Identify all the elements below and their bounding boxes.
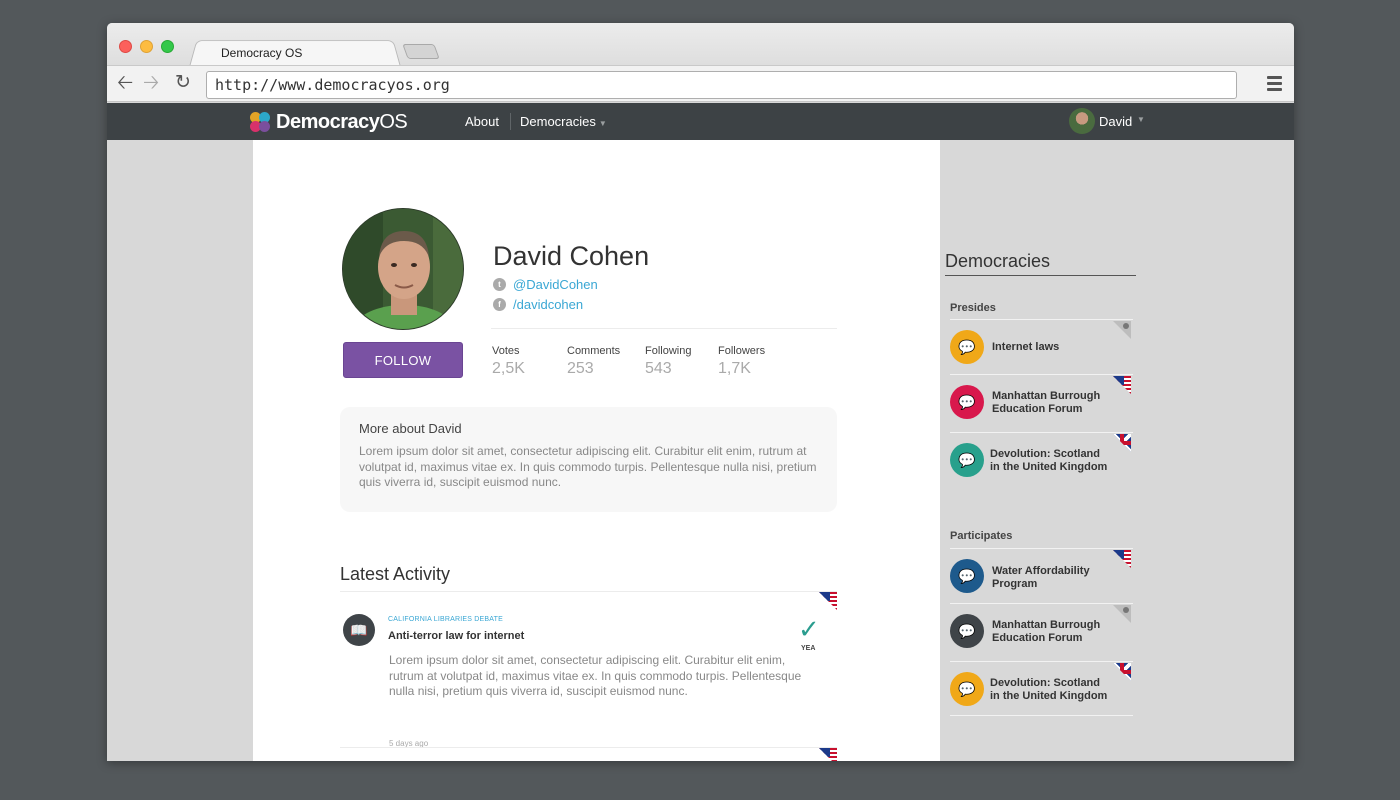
minimize-window-button[interactable] xyxy=(140,40,153,53)
site-header: DemocracyOS About Democracies ▼ David ▼ xyxy=(107,103,1294,140)
back-arrow-icon[interactable]: 🡠 xyxy=(117,73,133,93)
hamburger-menu-icon[interactable] xyxy=(1267,76,1282,94)
presides-heading: Presides xyxy=(950,302,996,314)
us-flag-icon xyxy=(1113,550,1131,568)
title-bar: Democracy OS xyxy=(107,23,1294,67)
nav-divider xyxy=(510,113,511,130)
activity-divider xyxy=(340,591,837,592)
profile-main: FOLLOW David Cohen t @DavidCohen f /davi… xyxy=(253,140,940,761)
facebook-handle: /davidcohen xyxy=(513,297,584,312)
about-box: More about David Lorem ipsum dolor sit a… xyxy=(340,407,837,512)
browser-window: Democracy OS 🡠 🡢 ↻ http://www.democracyo… xyxy=(107,23,1294,761)
user-chevron-down-icon[interactable]: ▼ xyxy=(1137,115,1145,124)
twitter-icon: t xyxy=(493,278,506,291)
book-icon: 📖 xyxy=(343,614,375,646)
uk-flag-icon xyxy=(1113,663,1131,681)
stat-followers[interactable]: Followers 1,7K xyxy=(718,345,765,378)
chat-icon: 💬 xyxy=(950,385,984,419)
reload-icon[interactable]: ↻ xyxy=(175,73,191,93)
vote-label: YEA xyxy=(801,645,816,652)
latest-activity-heading: Latest Activity xyxy=(340,564,451,584)
us-flag-icon xyxy=(819,748,837,761)
nav-democracies-dropdown[interactable]: Democracies ▼ xyxy=(520,114,607,129)
us-flag-icon xyxy=(1113,376,1131,394)
profile-divider xyxy=(491,328,837,329)
maximize-window-button[interactable] xyxy=(161,40,174,53)
sidebar-item-devolution-scotland[interactable]: 💬 Devolution: Scotland in the United Kin… xyxy=(950,432,1133,486)
activity-title[interactable]: Anti-terror law for internet xyxy=(388,630,524,642)
globe-flag-icon xyxy=(1113,605,1131,623)
sidebar-item-devolution-scotland[interactable]: 💬 Devolution: Scotland in the United Kin… xyxy=(950,661,1133,715)
twitter-link[interactable]: t @DavidCohen xyxy=(493,277,598,292)
checkmark-icon: ✓ xyxy=(798,614,820,644)
stat-comments: Comments 253 xyxy=(567,345,621,377)
activity-debate-tag[interactable]: CALIFORNIA LIBRARIES DEBATE xyxy=(388,616,503,623)
logo-mark-icon xyxy=(250,111,272,134)
uk-flag-icon xyxy=(1113,434,1131,452)
sidebar-item-manhattan-forum[interactable]: 💬 Manhattan Burrough Education Forum xyxy=(950,374,1133,428)
activity-text: Lorem ipsum dolor sit amet, consectetur … xyxy=(389,653,802,698)
democracies-divider xyxy=(945,275,1136,276)
follow-button[interactable]: FOLLOW xyxy=(343,342,463,378)
participates-heading: Participates xyxy=(950,530,1013,542)
chat-icon: 💬 xyxy=(950,330,984,364)
profile-name: David Cohen xyxy=(493,241,650,271)
chat-icon: 💬 xyxy=(950,559,984,593)
address-bar[interactable]: http://www.democracyos.org xyxy=(206,71,1237,99)
sidebar-item-water-affordability[interactable]: 💬 Water Affordability Program xyxy=(950,548,1133,602)
chat-icon: 💬 xyxy=(950,614,984,648)
democracyos-logo[interactable]: DemocracyOS xyxy=(250,111,408,134)
profile-photo xyxy=(342,208,464,330)
sidebar-divider xyxy=(950,715,1133,716)
close-window-button[interactable] xyxy=(119,40,132,53)
chevron-down-icon: ▼ xyxy=(598,119,607,128)
new-tab-button[interactable] xyxy=(402,44,440,59)
us-flag-icon xyxy=(819,592,837,610)
facebook-icon: f xyxy=(493,298,506,311)
nav-about-link[interactable]: About xyxy=(465,114,499,129)
sidebar-item-internet-laws[interactable]: 💬 Internet laws xyxy=(950,319,1133,373)
browser-toolbar: 🡠 🡢 ↻ http://www.democracyos.org xyxy=(107,65,1294,102)
user-name[interactable]: David xyxy=(1099,114,1132,129)
stat-votes: Votes 2,5K xyxy=(492,345,525,377)
chat-icon: 💬 xyxy=(950,672,984,706)
activity-divider xyxy=(340,747,837,748)
twitter-handle: @DavidCohen xyxy=(513,277,598,292)
logo-text: DemocracyOS xyxy=(276,111,408,133)
tab-title: Democracy OS xyxy=(221,46,303,60)
stat-following[interactable]: Following 543 xyxy=(645,345,691,378)
about-text: Lorem ipsum dolor sit amet, consectetur … xyxy=(359,444,817,489)
sidebar-item-manhattan-forum[interactable]: 💬 Manhattan Burrough Education Forum xyxy=(950,603,1133,657)
globe-flag-icon xyxy=(1113,321,1131,339)
chat-icon: 💬 xyxy=(950,443,984,477)
facebook-link[interactable]: f /davidcohen xyxy=(493,297,583,312)
democracies-heading: Democracies xyxy=(945,251,1051,271)
about-title: More about David xyxy=(359,421,462,436)
forward-arrow-icon[interactable]: 🡢 xyxy=(143,73,159,93)
user-avatar[interactable] xyxy=(1069,108,1095,134)
